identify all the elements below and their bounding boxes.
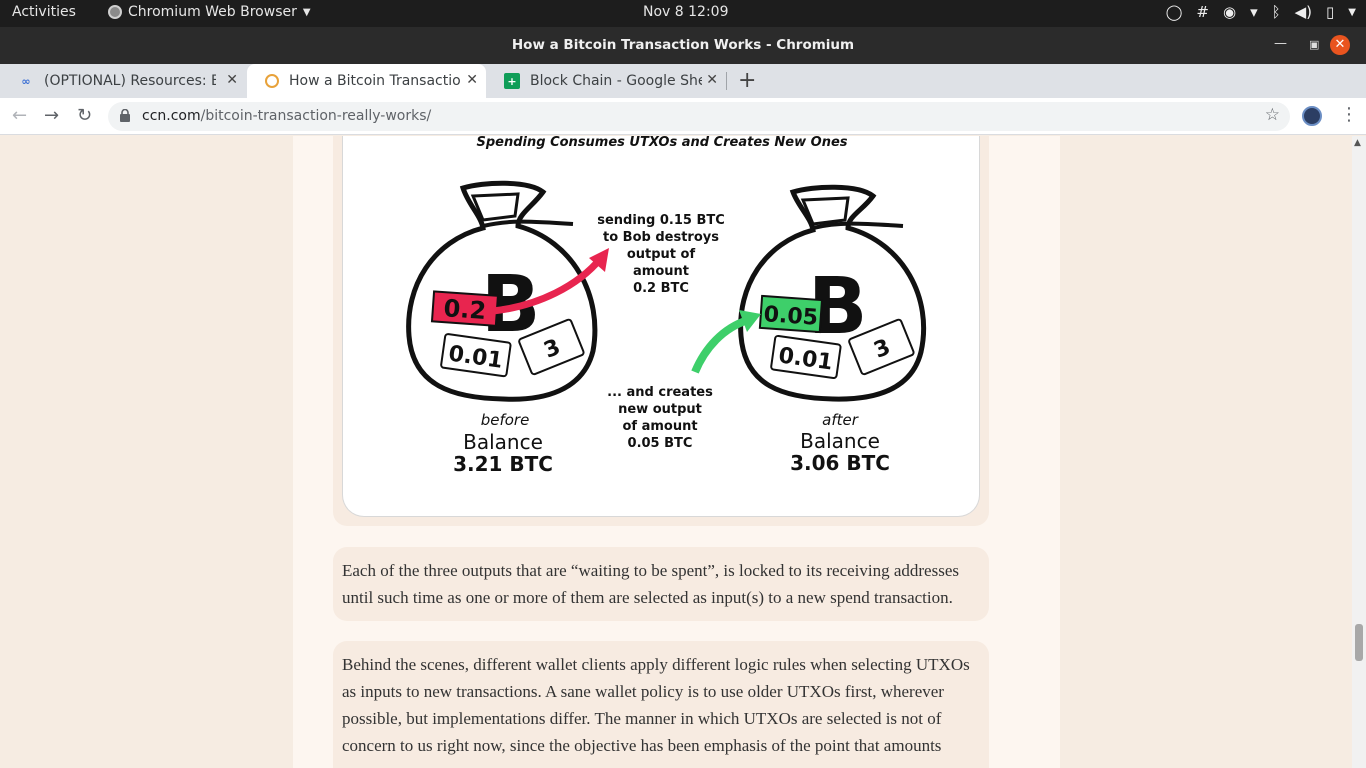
note-line: new output — [618, 402, 702, 417]
url-text[interactable]: ccn.com/bitcoin-transaction-really-works… — [142, 108, 431, 124]
before-balance-label: Balance — [463, 430, 543, 454]
paragraph-card: Behind the scenes, different wallet clie… — [333, 641, 989, 768]
close-icon[interactable]: ✕ — [226, 72, 238, 88]
back-icon[interactable]: ← — [12, 105, 27, 126]
utxo-figure: Spending Consumes UTXOs and Creates New … — [342, 136, 980, 517]
note-line: ... and creates — [607, 385, 713, 400]
article-paragraph: Behind the scenes, different wallet clie… — [342, 655, 970, 755]
slack-icon[interactable]: # — [1196, 3, 1209, 21]
bookmark-star-icon[interactable]: ☆ — [1265, 105, 1280, 125]
chromium-icon — [108, 5, 122, 19]
note-line: to Bob destroys — [603, 230, 719, 245]
tab-label: How a Bitcoin Transaction — [289, 73, 461, 89]
profile-avatar[interactable] — [1302, 106, 1322, 126]
after-balance-value: 3.06 BTC — [790, 451, 890, 475]
minimize-icon[interactable]: — — [1274, 36, 1287, 51]
tab-resources[interactable]: ∞ (OPTIONAL) Resources: B ✕ — [0, 64, 246, 98]
google-sheets-icon: + — [504, 73, 520, 89]
close-icon[interactable]: ✕ — [466, 72, 478, 88]
window-title: How a Bitcoin Transaction Works - Chromi… — [511, 37, 855, 53]
system-top-bar: Activities Chromium Web Browser ▼ Nov 8 … — [0, 0, 1366, 27]
article-paragraph: Each of the three outputs that are “wait… — [342, 561, 959, 607]
after-balance-label: Balance — [800, 429, 880, 453]
battery-icon: ▯ — [1326, 3, 1335, 21]
reload-icon[interactable]: ↻ — [77, 105, 92, 126]
figure-title: Spending Consumes UTXOs and Creates New … — [476, 136, 847, 150]
lock-icon — [120, 109, 130, 122]
ccn-icon — [265, 74, 279, 88]
tab-label: Block Chain - Google Shee — [530, 73, 702, 89]
note-line: of amount — [622, 419, 697, 434]
utxo-tag-value: 0.2 — [443, 294, 487, 325]
tab-block-chain-sheet[interactable]: + Block Chain - Google Shee ✕ — [486, 64, 726, 98]
maximize-icon[interactable]: ▣ — [1309, 38, 1319, 51]
discord-icon[interactable]: ◉ — [1223, 3, 1236, 21]
browser-toolbar: ← → ↻ ccn.com/bitcoin-transaction-really… — [0, 98, 1366, 135]
utxo-illustration: Spending Consumes UTXOs and Creates New … — [406, 136, 927, 476]
scroll-up-icon[interactable]: ▲ — [1354, 138, 1361, 148]
utxo-tag-value: 0.05 — [763, 302, 819, 331]
whatsapp-icon[interactable]: ◯ — [1166, 3, 1183, 21]
create-note: ... and creates new output of amount 0.0… — [607, 385, 713, 451]
before-caption: before — [481, 411, 530, 429]
wifi-icon: ▾ — [1250, 3, 1258, 21]
close-icon[interactable]: ✕ — [706, 72, 718, 88]
paragraph-card: Each of the three outputs that are “wait… — [333, 547, 989, 621]
before-money-bag: B 0.2 0.01 3 — [406, 180, 598, 402]
chevron-down-icon: ▼ — [302, 6, 311, 18]
destroy-note: sending 0.15 BTC to Bob destroys output … — [597, 213, 725, 296]
page-scrollbar[interactable]: ▲ — [1352, 136, 1366, 768]
tab-label: (OPTIONAL) Resources: B — [44, 73, 216, 89]
window-title-bar: How a Bitcoin Transaction Works - Chromi… — [0, 27, 1366, 64]
new-tab-button[interactable]: + — [738, 68, 756, 93]
forward-icon[interactable]: → — [44, 105, 59, 126]
after-money-bag: B 0.05 0.01 3 — [738, 184, 927, 402]
bluetooth-icon: ᛒ — [1271, 3, 1281, 21]
close-window-button[interactable]: ✕ — [1330, 35, 1350, 55]
activities-button[interactable]: Activities — [12, 4, 76, 20]
system-tray[interactable]: ◯ # ◉ ▾ ᛒ ◀) ▯ ▼ — [1166, 3, 1356, 21]
tab-strip: ∞ (OPTIONAL) Resources: B ✕ How a Bitcoi… — [0, 64, 1366, 98]
link-icon: ∞ — [21, 74, 31, 88]
page-viewport: Spending Consumes UTXOs and Creates New … — [0, 136, 1352, 768]
clock[interactable]: Nov 8 12:09 — [643, 4, 728, 20]
chevron-down-icon: ▼ — [1348, 6, 1356, 18]
note-line: amount — [633, 264, 689, 279]
app-name: Chromium Web Browser — [128, 4, 297, 20]
note-line: 0.05 BTC — [628, 436, 693, 451]
app-menu[interactable]: Chromium Web Browser ▼ — [108, 4, 311, 20]
scrollbar-thumb[interactable] — [1355, 624, 1363, 661]
after-caption: after — [822, 411, 859, 429]
volume-icon: ◀) — [1294, 3, 1313, 21]
address-bar[interactable]: ccn.com/bitcoin-transaction-really-works… — [108, 102, 1290, 131]
tab-bitcoin-transaction[interactable]: How a Bitcoin Transaction ✕ — [247, 64, 486, 98]
note-line: 0.2 BTC — [633, 281, 689, 296]
tab-separator — [726, 72, 727, 90]
url-path: /bitcoin-transaction-really-works/ — [200, 108, 432, 124]
note-line: sending 0.15 BTC — [597, 213, 725, 228]
before-balance-value: 3.21 BTC — [453, 452, 553, 476]
note-line: output of — [627, 247, 696, 262]
menu-icon[interactable]: ⋮ — [1340, 104, 1358, 125]
url-host: ccn.com — [142, 108, 201, 124]
